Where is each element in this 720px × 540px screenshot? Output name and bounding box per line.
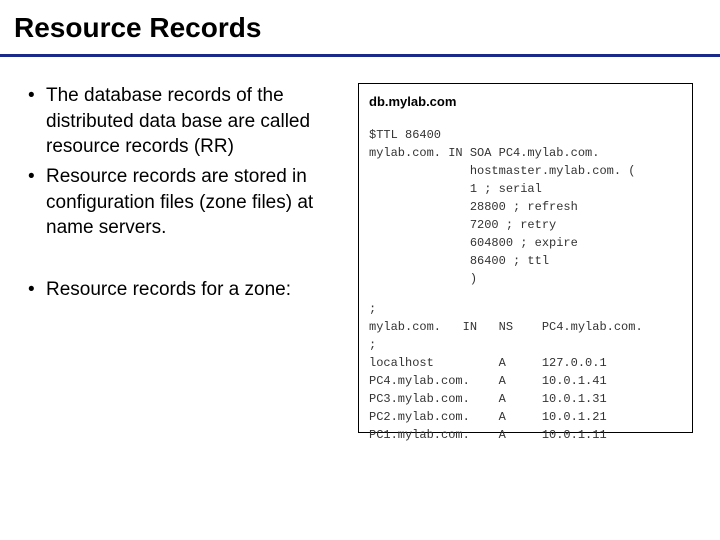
bullet-item: Resource records are stored in configura… xyxy=(28,164,348,241)
bullet-list-column: The database records of the distributed … xyxy=(28,83,358,433)
slide-title: Resource Records xyxy=(0,0,720,52)
zone-file-line: ) xyxy=(369,270,682,288)
zone-file-line: $TTL 86400 xyxy=(369,126,682,144)
bullet-item: Resource records for a zone: xyxy=(28,277,348,303)
zone-file-line: 86400 ; ttl xyxy=(369,252,682,270)
zone-file-line: 604800 ; expire xyxy=(369,234,682,252)
content-area: The database records of the distributed … xyxy=(0,57,720,433)
zone-file-line: PC2.mylab.com. A 10.0.1.21 xyxy=(369,408,682,426)
zone-file-line: PC3.mylab.com. A 10.0.1.31 xyxy=(369,390,682,408)
zone-file-box: db.mylab.com $TTL 86400 mylab.com. IN SO… xyxy=(358,83,693,433)
zone-file-line: PC1.mylab.com. A 10.0.1.11 xyxy=(369,426,682,444)
zone-file-line: PC4.mylab.com. A 10.0.1.41 xyxy=(369,372,682,390)
zone-file-line: ; xyxy=(369,300,682,318)
zone-file-line: 7200 ; retry xyxy=(369,216,682,234)
zone-file-line: mylab.com. IN NS PC4.mylab.com. xyxy=(369,318,682,336)
zone-file-name: db.mylab.com xyxy=(369,92,682,112)
bullet-item: The database records of the distributed … xyxy=(28,83,348,160)
zone-file-line: ; xyxy=(369,336,682,354)
zone-file-line: mylab.com. IN SOA PC4.mylab.com. xyxy=(369,144,682,162)
zone-file-line: localhost A 127.0.0.1 xyxy=(369,354,682,372)
zone-file-line: 1 ; serial xyxy=(369,180,682,198)
zone-file-line: hostmaster.mylab.com. ( xyxy=(369,162,682,180)
zone-file-line: 28800 ; refresh xyxy=(369,198,682,216)
